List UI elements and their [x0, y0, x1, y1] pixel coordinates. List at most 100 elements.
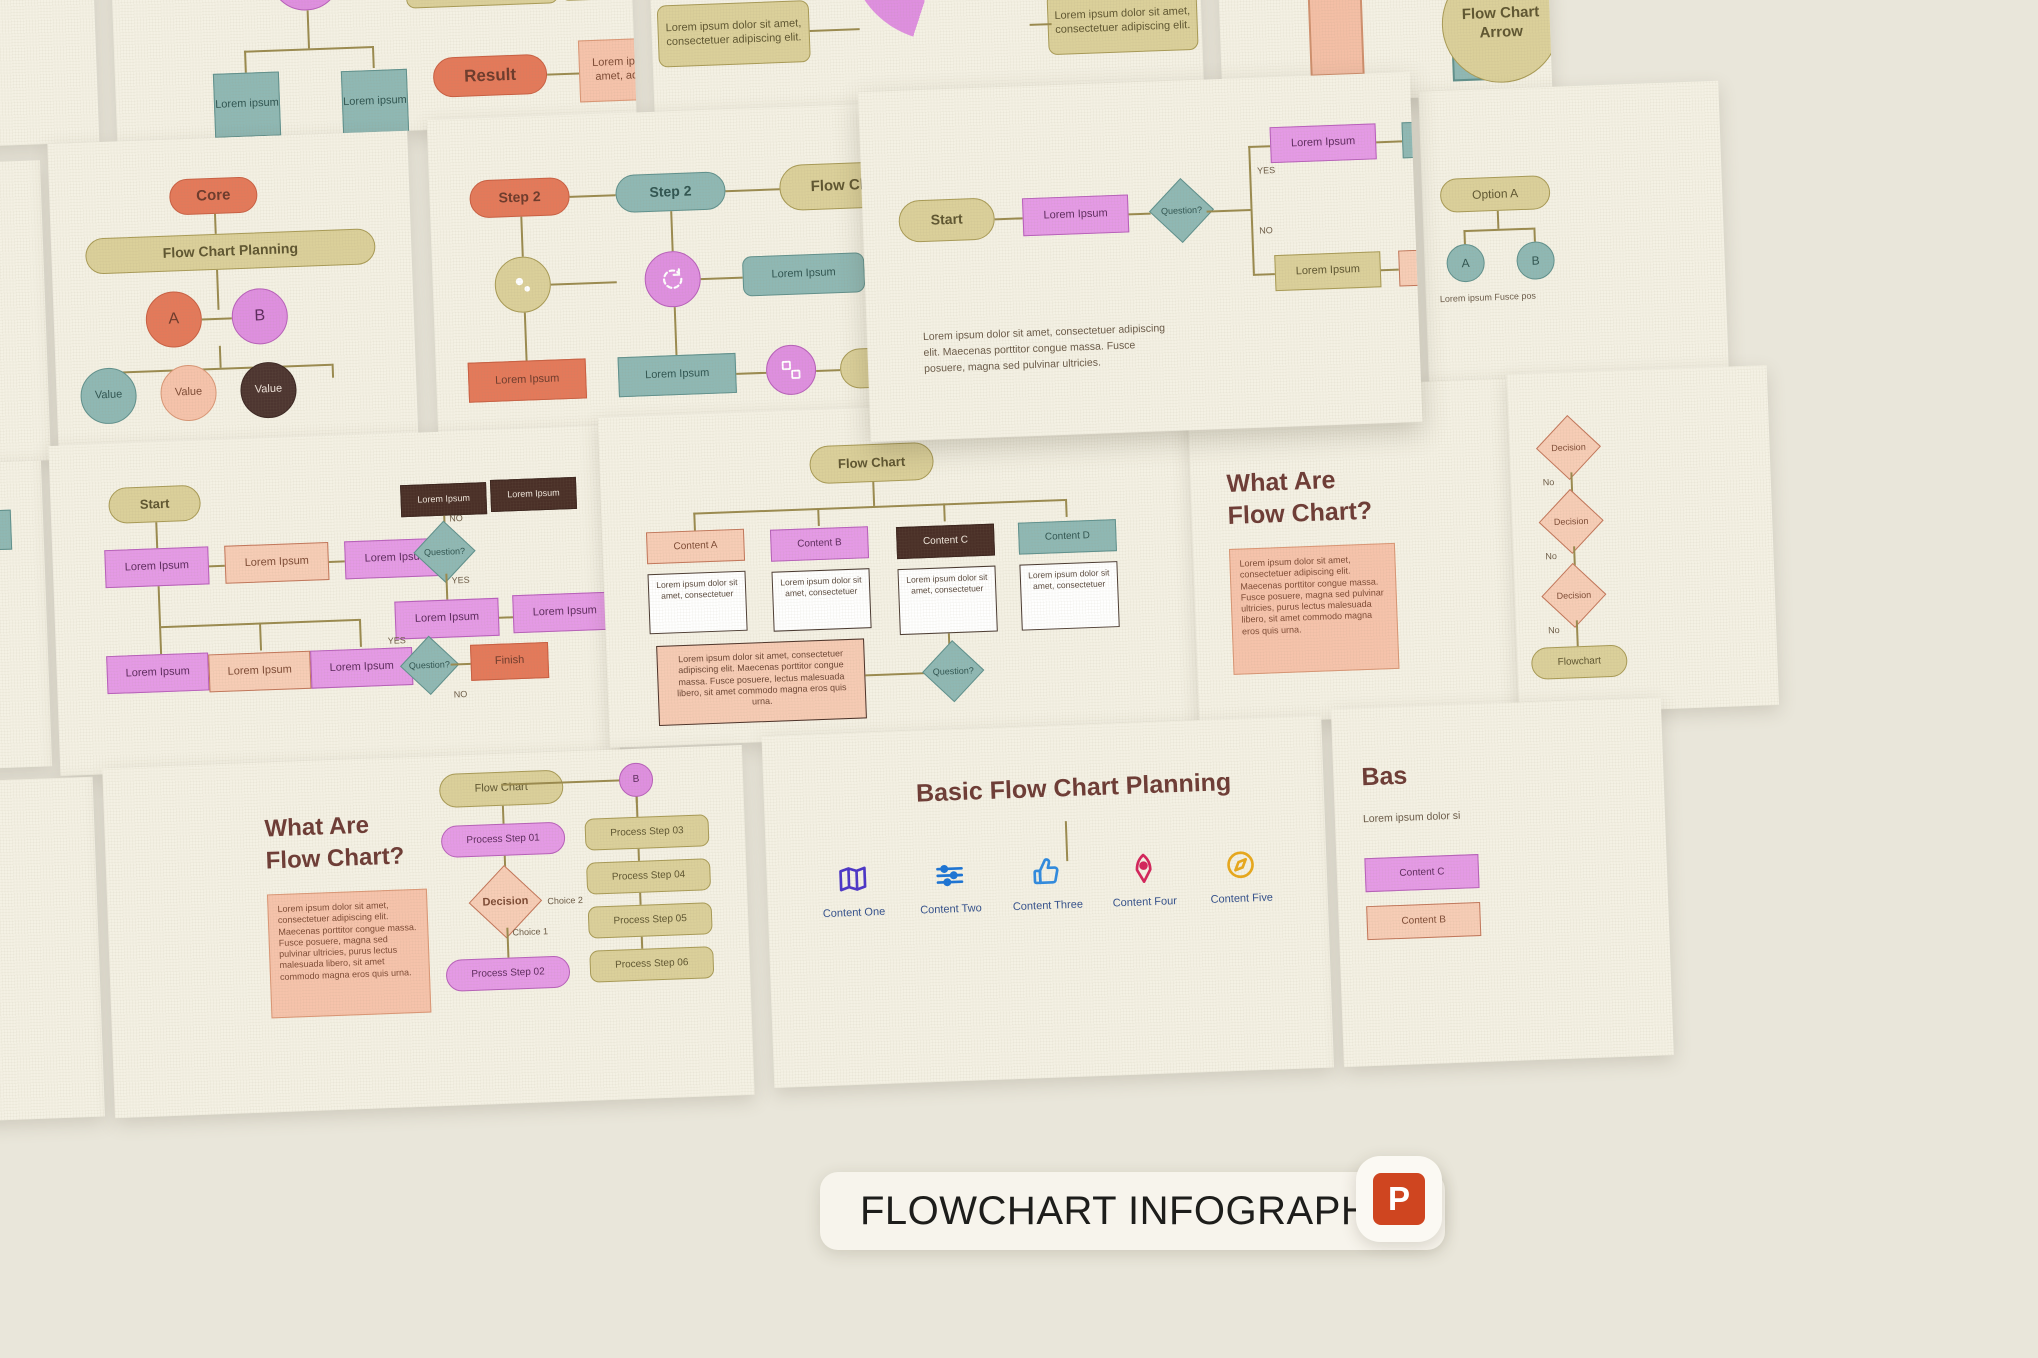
sq-no-node: Lorem Ipsum	[1274, 251, 1382, 292]
bf-yes-label-1: YES	[451, 574, 470, 586]
basic-right-node-0: Content C	[1364, 854, 1480, 893]
slide-what-are[interactable]: What Are Flow Chart? Lorem ipsum dolor s…	[1187, 378, 1530, 725]
donut-node-1: Lorem ipsum dolor sit amet, consectetuer…	[656, 0, 811, 68]
basic-icon-label-4: Content Five	[1210, 891, 1274, 906]
bf-node-1: Lorem Ipsum	[224, 541, 330, 584]
bf-finish-node: Finish	[469, 641, 550, 681]
ps-flow-chart-node: Flow Chart	[438, 769, 564, 809]
basic-icons-title: Basic Flow Chart Planning	[915, 768, 1232, 808]
sq-body: Lorem ipsum dolor sit amet, consectetuer…	[922, 322, 1166, 375]
compass-icon	[1194, 847, 1288, 894]
ct-column-3: Content D	[1017, 519, 1117, 555]
slide-basic-right[interactable]: Bas Lorem ipsum dolor si Content C Conte…	[1330, 697, 1674, 1068]
thumbs-up-icon	[1000, 854, 1094, 901]
donut-chart	[845, 0, 1039, 45]
basic-icon-label-2: Content Three	[1012, 898, 1084, 914]
slide-question-left[interactable]: ? Lorem ipsum dolor sit amet, consectetu…	[0, 160, 51, 475]
ps-right-step-2: Process Step 05	[587, 902, 713, 939]
ps-right-step-0: Process Step 03	[584, 814, 710, 851]
flowchart-infographic-banner[interactable]: FLOWCHART INFOGRAPHIC	[820, 1172, 1446, 1250]
core-node-b: B	[230, 287, 289, 346]
core-node-a: A	[144, 290, 203, 349]
dc-no-label-1: No	[1545, 550, 1558, 562]
sq-first-node: Lorem Ipsum	[1021, 194, 1130, 237]
dc-decision-0: Decision	[1535, 414, 1601, 480]
bf-question-1-label: Question?	[423, 545, 466, 558]
basic-icon-item-3[interactable]: Content Four	[1097, 851, 1191, 910]
map-icon	[806, 861, 900, 908]
gear-icon	[493, 255, 552, 314]
slide-decision-chain[interactable]: Decision No Decision No Decision No Flow…	[1506, 365, 1780, 715]
screenshot-canvas: Plan B 03 04 Step Three StepFour Lorem i…	[0, 0, 2038, 1358]
ps-what-are-body: Lorem ipsum dolor sit amet, consectetuer…	[266, 888, 432, 1019]
sq-yes-node: Lorem Ipsum	[1269, 123, 1377, 164]
ct-column-2: Content C	[895, 523, 996, 560]
ps-what-are-line1: What Are	[264, 811, 370, 843]
ps-right-step-3: Process Step 06	[589, 946, 715, 983]
ps-choice2-label: Choice 2	[547, 894, 584, 907]
sq-yes-label: YES	[1256, 165, 1276, 176]
bf-dark-left: Lorem Ipsum	[400, 482, 488, 518]
step-bottom-mid: Lorem Ipsum	[617, 352, 737, 398]
ps-choice1-label: Choice 1	[512, 926, 549, 938]
dc-decision-2: Decision	[1541, 562, 1607, 628]
option-a-node-b: B	[1515, 240, 1556, 281]
basic-icon-item-4[interactable]: Content Five	[1194, 847, 1288, 906]
slide-start-question[interactable]: Start Lorem Ipsum Question? Lorem Ipsum …	[857, 72, 1423, 443]
basic-right-title: Bas	[1360, 761, 1408, 792]
dc-decision-label-1: Decision	[1553, 515, 1589, 528]
option-a-note: Lorem ipsum Fusce pos	[1439, 290, 1537, 305]
core-value-2: Value	[239, 361, 298, 420]
slide-basic-icons[interactable]: Basic Flow Chart Planning Content One Co…	[761, 715, 1335, 1088]
powerpoint-icon[interactable]: P	[1356, 1156, 1442, 1242]
chart-line-icon	[267, 0, 343, 12]
dc-decision-1: Decision	[1538, 488, 1604, 554]
slide-basic-left[interactable]: Basic Flow Chart Planning Lorem ipsum do…	[0, 776, 106, 1133]
sq-question-label: Question?	[1160, 204, 1203, 217]
banner-title: FLOWCHART INFOGRAPHIC	[860, 1188, 1412, 1233]
bf-no-label-2: NO	[453, 688, 468, 700]
ct-card-2: Lorem ipsum dolor sit amet, consectetuer	[897, 565, 998, 636]
tree-result-node: Result	[432, 53, 548, 98]
slide-plan-b[interactable]: Plan B 03 04 Step Three StepFour Lorem i…	[0, 0, 100, 156]
basic-icons-row: Content One Content Two Content Three Co…	[806, 847, 1288, 921]
slide-content-tree[interactable]: Flow Chart Content A Content B Content C…	[597, 396, 1210, 748]
results-node: Lorem Ipsum	[0, 509, 13, 554]
bf-no-label-1: NO	[449, 513, 463, 524]
bf-node-7: Lorem Ipsum	[310, 646, 414, 689]
option-a-node-a: A	[1445, 243, 1486, 283]
step-left-node: Step 2	[468, 176, 571, 219]
basic-icon-label-1: Content Two	[919, 902, 982, 917]
ct-question-diamond: Question?	[922, 640, 985, 703]
ct-callout: Lorem ipsum dolor sit amet, consectetuer…	[656, 638, 867, 726]
basic-icon-item-1[interactable]: Content Two	[903, 858, 997, 917]
basic-icon-item-2[interactable]: Content Three	[1000, 854, 1094, 913]
slide-results[interactable]: Lorem ipsum, elit. Lorem Ipsum Option B …	[0, 460, 53, 781]
core-value-0: Value	[79, 366, 138, 425]
bf-dark-right: Lorem Ipsum	[489, 476, 578, 512]
slide-option-a[interactable]: Option A A B Lorem ipsum Fusce pos	[1418, 80, 1730, 412]
sq-no-label: NO	[1259, 225, 1273, 236]
basic-icon-label-3: Content Four	[1112, 895, 1178, 910]
dc-decision-label-2: Decision	[1556, 589, 1592, 602]
basic-left-title: Basic Flow Chart Planning	[0, 817, 83, 861]
tree-note-0: Lorem ipsum dolor sit amet, consectetuer…	[403, 0, 559, 9]
slide-process-steps[interactable]: What Are Flow Chart? Lorem ipsum dolor s…	[102, 744, 755, 1119]
ps-node-b: B	[618, 762, 654, 798]
sliders-icon	[903, 858, 997, 905]
powerpoint-badge-letter: P	[1373, 1173, 1425, 1225]
sq-start-node: Start	[897, 197, 996, 243]
basic-icon-label-0: Content One	[822, 905, 886, 921]
donut-node-3: Lorem ipsum dolor sit amet, consectetuer…	[1046, 0, 1199, 56]
bf-node-4: Lorem Ipsum	[512, 591, 618, 634]
basic-right-body: Lorem ipsum dolor si	[1362, 809, 1461, 826]
slide-big-flow[interactable]: Start Lorem Ipsum Lorem Ipsum Lorem Ipsu…	[48, 425, 621, 776]
ct-root-node: Flow Chart	[808, 441, 935, 485]
slide-grid: Plan B 03 04 Step Three StepFour Lorem i…	[0, 0, 2038, 1358]
basic-icon-item-0[interactable]: Content One	[806, 861, 900, 920]
slide-core-planning[interactable]: Core Flow Chart Planning A B Value Value…	[47, 130, 419, 456]
sq-question-diamond: Question?	[1149, 177, 1215, 243]
rocket-pin-icon	[1097, 851, 1191, 898]
ps-decision-label: Decision	[482, 894, 529, 909]
step-right-node: Step 2	[614, 171, 727, 214]
